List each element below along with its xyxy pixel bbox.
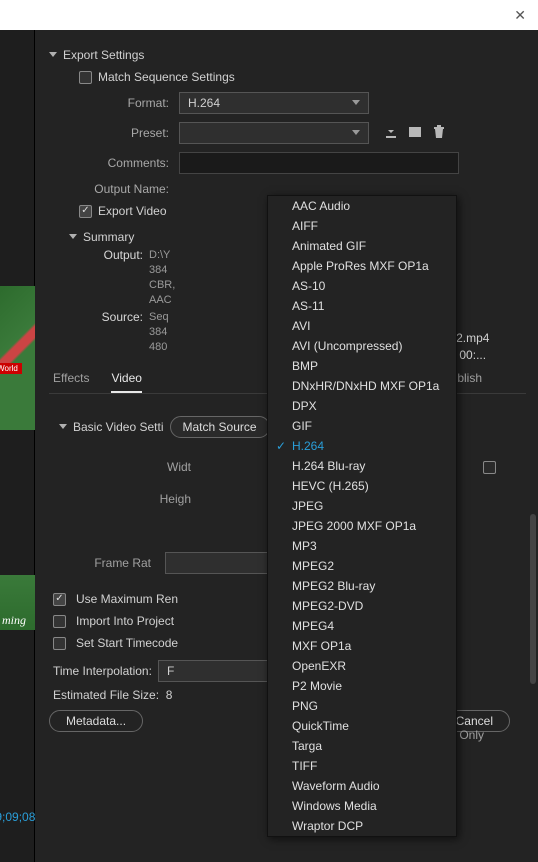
format-value: H.264 xyxy=(188,96,220,110)
scrollbar[interactable] xyxy=(530,514,536,684)
import-preset-icon[interactable] xyxy=(407,124,423,143)
format-select[interactable]: H.264 xyxy=(179,92,369,114)
timecode-display: ;9;09;08 xyxy=(0,810,35,824)
format-option[interactable]: P2 Movie xyxy=(268,676,456,696)
use-max-label: Use Maximum Ren xyxy=(76,592,178,606)
output-path: D:\Y xyxy=(149,248,175,263)
estimated-size-label: Estimated File Size: xyxy=(53,688,159,702)
close-icon[interactable]: ✕ xyxy=(514,7,526,24)
format-option[interactable]: DPX xyxy=(268,396,456,416)
format-option[interactable]: JPEG xyxy=(268,496,456,516)
import-checkbox[interactable] xyxy=(53,615,66,628)
preview-thumb-1 xyxy=(0,286,35,430)
source-line-3: 480 xyxy=(149,340,169,355)
source-label: Source: xyxy=(49,310,149,355)
preset-select[interactable] xyxy=(179,122,369,144)
format-option[interactable]: Animated GIF xyxy=(268,236,456,256)
export-settings-title: Export Settings xyxy=(63,48,144,62)
timecode-checkbox[interactable] xyxy=(53,637,66,650)
main: ;9;09;08 Export Settings Match Sequence … xyxy=(0,30,538,862)
output-line-3: CBR, xyxy=(149,278,175,293)
width-label: Widt xyxy=(49,460,199,474)
export-video-checkbox[interactable] xyxy=(79,205,92,218)
format-option[interactable]: AVI (Uncompressed) xyxy=(268,336,456,356)
export-settings-header[interactable]: Export Settings xyxy=(49,40,526,66)
bvs-title: Basic Video Setti xyxy=(73,420,164,434)
format-option[interactable]: OpenEXR xyxy=(268,656,456,676)
format-row: Format: H.264 xyxy=(49,88,526,118)
framerate-label: Frame Rat xyxy=(49,556,159,570)
time-interpolation-label: Time Interpolation: xyxy=(53,664,152,678)
export-panel: Export Settings Match Sequence Settings … xyxy=(35,30,538,862)
tab-video[interactable]: Video xyxy=(111,371,141,393)
output-line-4: AAC xyxy=(149,293,175,308)
format-option[interactable]: MPEG2 xyxy=(268,556,456,576)
chevron-down-icon xyxy=(352,130,360,135)
preview-column: ;9;09;08 xyxy=(0,30,35,862)
format-option[interactable]: AIFF xyxy=(268,216,456,236)
output-label: Output: xyxy=(49,248,149,308)
format-label: Format: xyxy=(49,96,179,110)
titlebar: ✕ xyxy=(0,0,538,30)
format-option[interactable]: DNxHR/DNxHD MXF OP1a xyxy=(268,376,456,396)
use-max-checkbox[interactable] xyxy=(53,593,66,606)
format-option[interactable]: H.264 Blu-ray xyxy=(268,456,456,476)
format-option[interactable]: AS-11 xyxy=(268,296,456,316)
chevron-down-icon xyxy=(352,100,360,105)
format-option[interactable]: Wraptor DCP xyxy=(268,816,456,836)
save-preset-icon[interactable] xyxy=(383,124,399,143)
comments-input[interactable] xyxy=(179,152,459,174)
format-option[interactable]: QuickTime xyxy=(268,716,456,736)
match-source-button[interactable]: Match Source xyxy=(170,416,270,438)
format-option[interactable]: PNG xyxy=(268,696,456,716)
match-sequence-checkbox[interactable] xyxy=(79,71,92,84)
match-sequence-row: Match Sequence Settings xyxy=(49,66,526,88)
preview-thumb-2 xyxy=(0,575,35,630)
format-option[interactable]: H.264 xyxy=(268,436,456,456)
source-line-1: Seq xyxy=(149,310,169,325)
format-option[interactable]: MPEG2 Blu-ray xyxy=(268,576,456,596)
output-line-2: 384 xyxy=(149,263,175,278)
summary-title: Summary xyxy=(83,230,134,244)
comments-label: Comments: xyxy=(49,156,179,170)
width-lock-toggle[interactable] xyxy=(483,461,496,474)
tab-effects[interactable]: Effects xyxy=(53,371,89,393)
time-interpolation-value: F xyxy=(167,664,174,678)
format-option[interactable]: MXF OP1a xyxy=(268,636,456,656)
chevron-down-icon xyxy=(69,234,77,239)
comments-row: Comments: xyxy=(49,148,526,178)
format-option[interactable]: Apple ProRes MXF OP1a xyxy=(268,256,456,276)
metadata-button[interactable]: Metadata... xyxy=(49,710,143,732)
timecode-label: Set Start Timecode xyxy=(76,636,178,650)
output-name-label: Output Name: xyxy=(49,182,179,196)
format-option[interactable]: Targa xyxy=(268,736,456,756)
export-video-label: Export Video xyxy=(98,204,167,218)
format-option[interactable]: GIF xyxy=(268,416,456,436)
format-option[interactable]: AS-10 xyxy=(268,276,456,296)
delete-preset-icon[interactable] xyxy=(431,124,447,143)
format-option[interactable]: MP3 xyxy=(268,536,456,556)
format-dropdown[interactable]: AAC AudioAIFFAnimated GIFApple ProRes MX… xyxy=(267,195,457,837)
chevron-down-icon xyxy=(59,424,67,429)
chevron-down-icon xyxy=(49,52,57,57)
estimated-size-value: 8 xyxy=(166,688,173,702)
match-sequence-label: Match Sequence Settings xyxy=(98,70,235,84)
preset-label: Preset: xyxy=(49,126,179,140)
format-option[interactable]: HEVC (H.265) xyxy=(268,476,456,496)
format-option[interactable]: TIFF xyxy=(268,756,456,776)
source-line-2: 384 xyxy=(149,325,169,340)
format-option[interactable]: Waveform Audio xyxy=(268,776,456,796)
import-label: Import Into Project xyxy=(76,614,174,628)
format-option[interactable]: BMP xyxy=(268,356,456,376)
format-option[interactable]: MPEG4 xyxy=(268,616,456,636)
format-option[interactable]: AAC Audio xyxy=(268,196,456,216)
format-option[interactable]: MPEG2-DVD xyxy=(268,596,456,616)
format-option[interactable]: AVI xyxy=(268,316,456,336)
preset-row: Preset: xyxy=(49,118,526,148)
height-label: Heigh xyxy=(49,492,199,506)
format-option[interactable]: JPEG 2000 MXF OP1a xyxy=(268,516,456,536)
format-option[interactable]: Windows Media xyxy=(268,796,456,816)
